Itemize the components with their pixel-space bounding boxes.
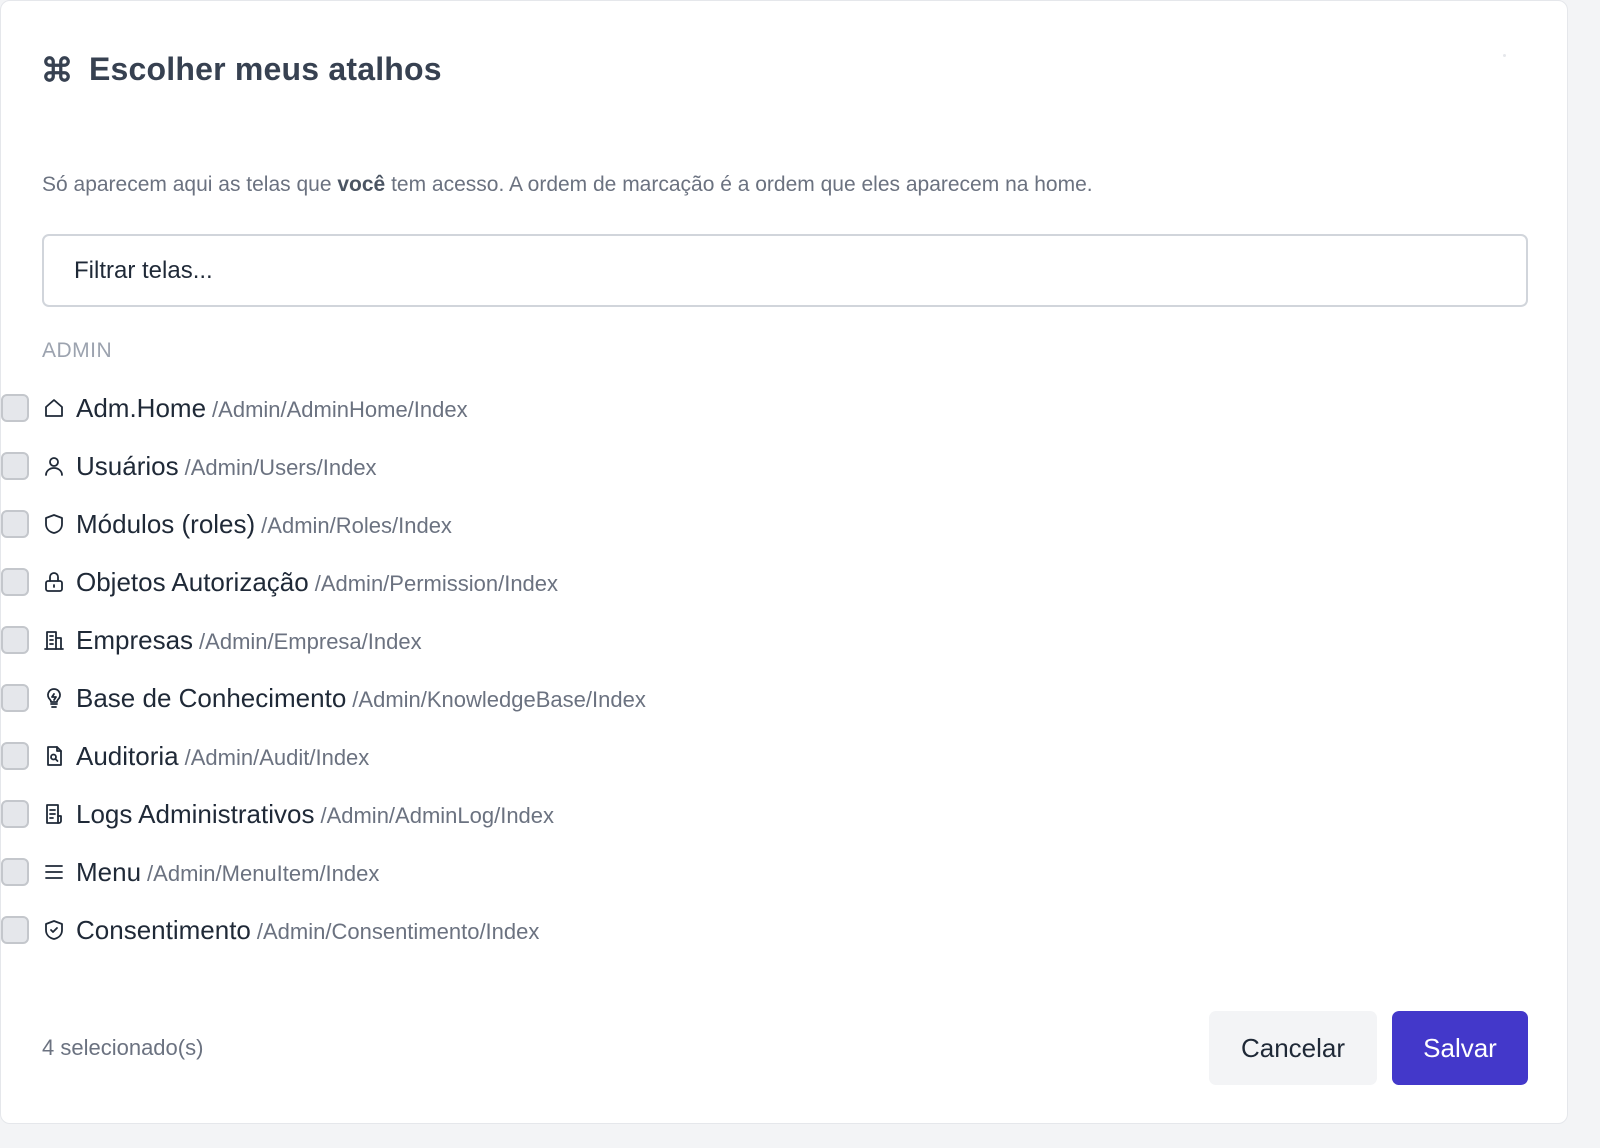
shortcut-label: Auditoria bbox=[76, 741, 179, 771]
shortcut-item[interactable]: Auditoria/Admin/Audit/Index bbox=[1, 727, 1201, 785]
shield-check-icon bbox=[42, 918, 66, 942]
shortcut-item[interactable]: Logs Administrativos/Admin/AdminLog/Inde… bbox=[1, 785, 1201, 843]
filter-input[interactable] bbox=[42, 234, 1528, 307]
shortcut-label: Usuários bbox=[76, 451, 179, 481]
shortcut-path: /Admin/KnowledgeBase/Index bbox=[352, 687, 646, 712]
shortcut-text: Base de Conhecimento/Admin/KnowledgeBase… bbox=[76, 682, 646, 719]
lightbulb-icon bbox=[42, 686, 66, 710]
shield-icon bbox=[42, 512, 66, 536]
shortcut-checkbox[interactable] bbox=[1, 394, 29, 422]
shortcut-path: /Admin/Permission/Index bbox=[314, 571, 559, 596]
shortcut-item[interactable]: Menu/Admin/MenuItem/Index bbox=[1, 843, 1201, 901]
cancel-button[interactable]: Cancelar bbox=[1209, 1011, 1377, 1085]
shortcut-text: Módulos (roles)/Admin/Roles/Index bbox=[76, 508, 452, 545]
shortcut-text: Adm.Home/Admin/AdminHome/Index bbox=[76, 392, 468, 429]
shortcut-checkbox[interactable] bbox=[1, 510, 29, 538]
shortcut-checkbox[interactable] bbox=[1, 742, 29, 770]
shortcut-item[interactable]: Módulos (roles)/Admin/Roles/Index bbox=[1, 495, 1201, 553]
shortcut-label: Módulos (roles) bbox=[76, 509, 256, 539]
close-button[interactable] bbox=[1503, 54, 1506, 57]
shortcut-list: Adm.Home/Admin/AdminHome/Index Usuários/A… bbox=[1, 379, 1201, 959]
shortcut-label: Empresas bbox=[76, 625, 194, 655]
shortcut-item[interactable]: Consentimento/Admin/Consentimento/Index bbox=[1, 901, 1201, 959]
shortcut-label: Adm.Home bbox=[76, 393, 207, 423]
shortcut-checkbox[interactable] bbox=[1, 568, 29, 596]
shortcut-item[interactable]: Adm.Home/Admin/AdminHome/Index bbox=[1, 379, 1201, 437]
modal-title: Escolher meus atalhos bbox=[89, 50, 442, 87]
shortcut-checkbox[interactable] bbox=[1, 916, 29, 944]
home-icon bbox=[42, 396, 66, 420]
shortcut-checkbox[interactable] bbox=[1, 626, 29, 654]
shortcut-item[interactable]: Objetos Autorização/Admin/Permission/Ind… bbox=[1, 553, 1201, 611]
shortcut-label: Consentimento bbox=[76, 915, 251, 945]
shortcut-label: Objetos Autorização bbox=[76, 567, 309, 597]
shortcut-label: Menu bbox=[76, 857, 142, 887]
shortcut-path: /Admin/Empresa/Index bbox=[199, 629, 422, 654]
shortcut-path: /Admin/AdminHome/Index bbox=[212, 397, 468, 422]
shortcut-text: Logs Administrativos/Admin/AdminLog/Inde… bbox=[76, 798, 554, 835]
description-emphasis: você bbox=[337, 173, 386, 196]
shortcut-text: Consentimento/Admin/Consentimento/Index bbox=[76, 914, 539, 951]
shortcut-text: Objetos Autorização/Admin/Permission/Ind… bbox=[76, 566, 558, 603]
shortcut-item[interactable]: Usuários/Admin/Users/Index bbox=[1, 437, 1201, 495]
shortcut-path: /Admin/MenuItem/Index bbox=[147, 861, 380, 886]
shortcuts-modal: Escolher meus atalhos Só aparecem aqui a… bbox=[0, 0, 1568, 1124]
shortcut-item[interactable]: Empresas/Admin/Empresa/Index bbox=[1, 611, 1201, 669]
menu-icon bbox=[42, 860, 66, 884]
shortcut-label: Logs Administrativos bbox=[76, 799, 315, 829]
group-label-admin: ADMIN bbox=[42, 339, 113, 362]
shortcut-checkbox[interactable] bbox=[1, 452, 29, 480]
user-icon bbox=[42, 454, 66, 478]
selected-count: 4 selecionado(s) bbox=[42, 1035, 204, 1060]
shortcut-path: /Admin/Consentimento/Index bbox=[256, 919, 540, 944]
shortcut-text: Empresas/Admin/Empresa/Index bbox=[76, 624, 422, 661]
shortcut-path: /Admin/Roles/Index bbox=[261, 513, 452, 538]
file-search-icon bbox=[42, 744, 66, 768]
shortcut-checkbox[interactable] bbox=[1, 858, 29, 886]
modal-description: Só aparecem aqui as telas que você tem a… bbox=[42, 173, 1093, 196]
building-icon bbox=[42, 628, 66, 652]
log-file-icon bbox=[42, 802, 66, 826]
shortcut-text: Menu/Admin/MenuItem/Index bbox=[76, 856, 379, 893]
shortcut-checkbox[interactable] bbox=[1, 684, 29, 712]
shortcut-checkbox[interactable] bbox=[1, 800, 29, 828]
modal-header: Escolher meus atalhos bbox=[41, 47, 442, 91]
shortcut-item[interactable]: Base de Conhecimento/Admin/KnowledgeBase… bbox=[1, 669, 1201, 727]
save-button[interactable]: Salvar bbox=[1392, 1011, 1528, 1085]
shortcut-path: /Admin/Audit/Index bbox=[184, 745, 370, 770]
shortcut-path: /Admin/AdminLog/Index bbox=[320, 803, 555, 828]
shortcut-text: Usuários/Admin/Users/Index bbox=[76, 450, 377, 487]
shortcut-path: /Admin/Users/Index bbox=[184, 455, 377, 480]
command-icon bbox=[41, 53, 73, 85]
lock-icon bbox=[42, 570, 66, 594]
shortcut-label: Base de Conhecimento bbox=[76, 683, 347, 713]
shortcut-text: Auditoria/Admin/Audit/Index bbox=[76, 740, 369, 777]
